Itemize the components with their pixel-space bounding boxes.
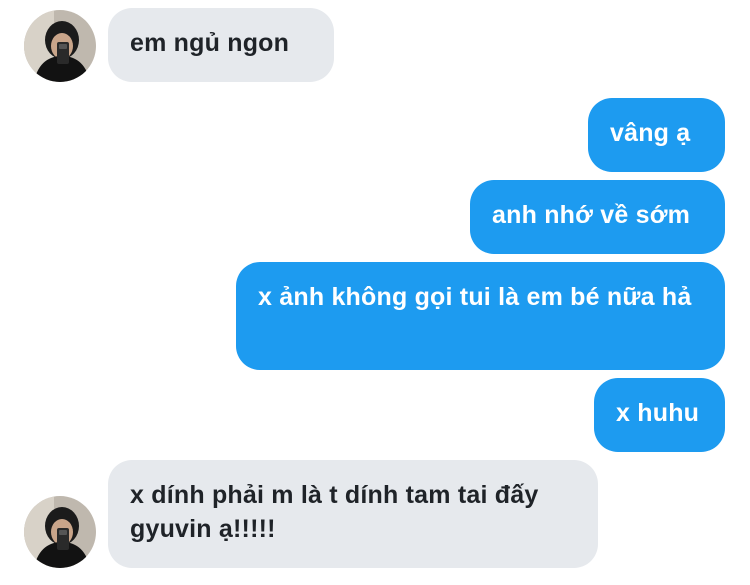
message-bubble-outgoing[interactable]: anh nhớ về sớm xyxy=(470,180,725,254)
message-bubble-outgoing[interactable]: vâng ạ xyxy=(588,98,725,172)
message-bubble-incoming[interactable]: em ngủ ngon xyxy=(108,8,334,82)
message-bubble-outgoing[interactable]: x huhu xyxy=(594,378,725,452)
avatar-photo-icon xyxy=(24,10,96,82)
contact-avatar[interactable] xyxy=(24,10,96,82)
message-text: anh nhớ về sớm xyxy=(492,201,691,229)
message-text: x huhu xyxy=(616,399,700,427)
avatar-photo-icon xyxy=(24,496,96,568)
message-bubble-outgoing[interactable]: x ảnh không gọi tui là em bé nữa hả xyxy=(236,262,725,370)
message-text: em ngủ ngon xyxy=(130,29,290,57)
message-text: x dính phải m là t dính tam tai đấy gyuv… xyxy=(130,481,539,543)
message-text: vâng ạ xyxy=(610,119,691,147)
message-bubble-incoming[interactable]: x dính phải m là t dính tam tai đấy gyuv… xyxy=(108,460,598,568)
message-text: x ảnh không gọi tui là em bé nữa hả xyxy=(258,283,692,311)
contact-avatar[interactable] xyxy=(24,496,96,568)
